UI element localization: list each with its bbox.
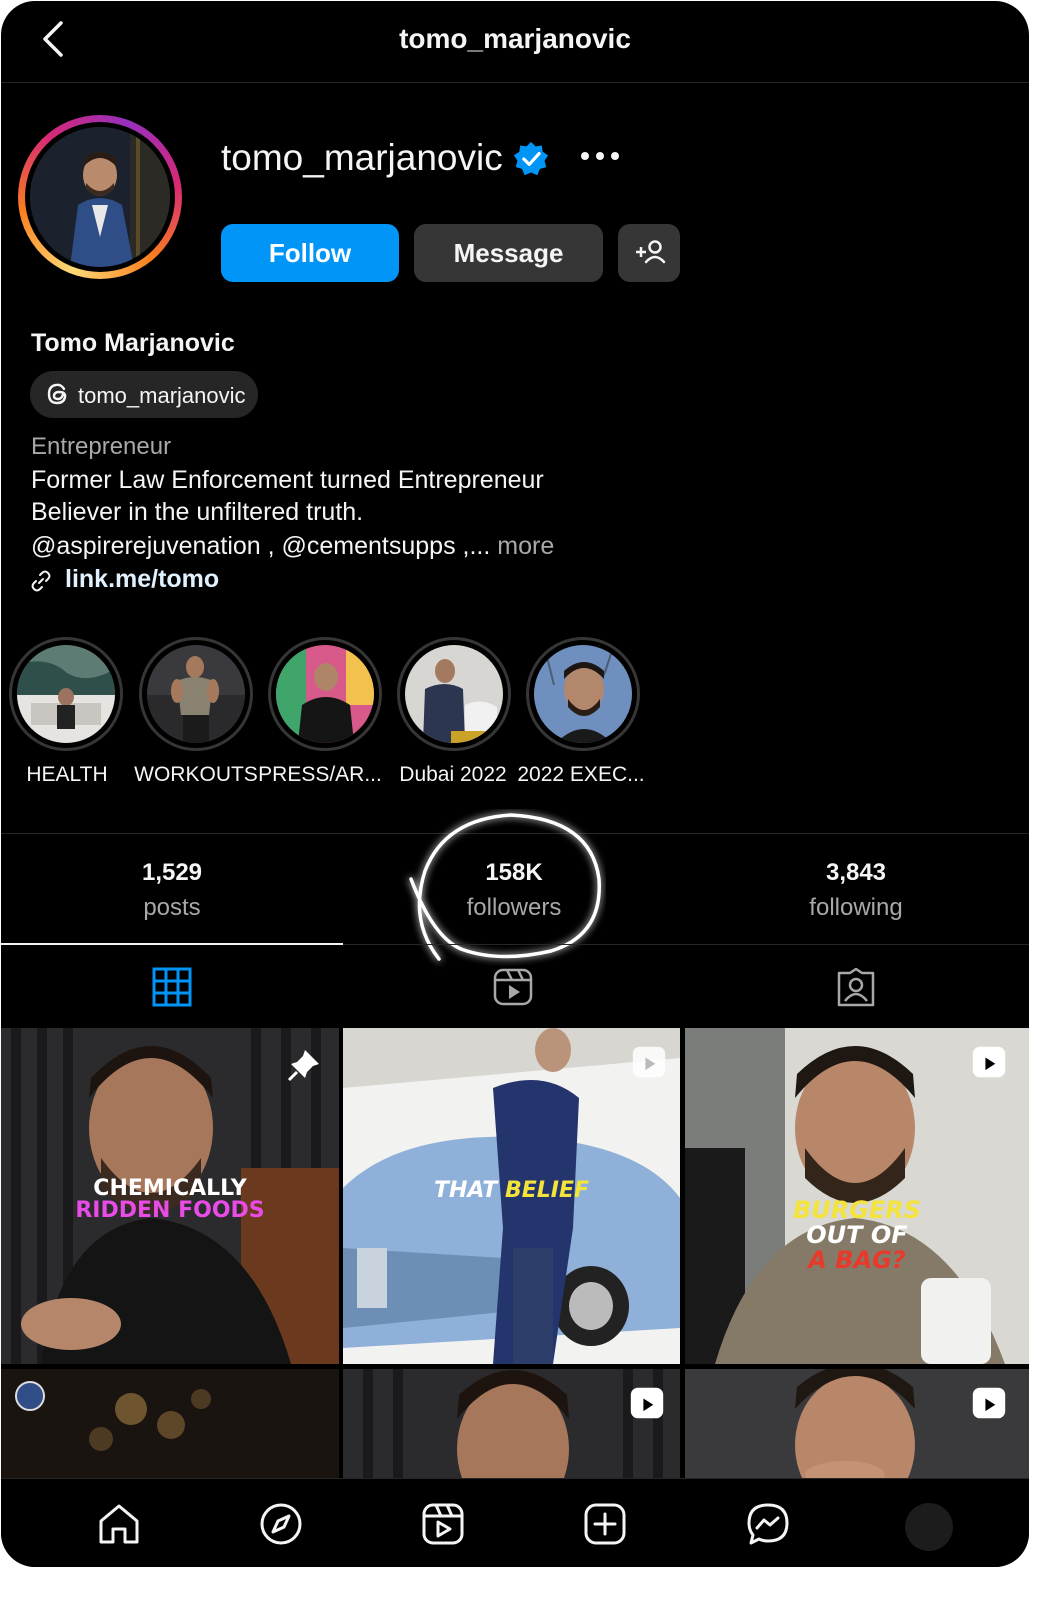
suggested-users-button[interactable]: [618, 224, 680, 282]
highlight-2022-exec[interactable]: [526, 637, 640, 751]
following-label: following: [809, 894, 903, 921]
post-thumbnail-3[interactable]: BURGERS OUT OF A BAG?: [685, 1028, 1029, 1364]
post-image: [1, 1369, 339, 1479]
reels-icon: [972, 1387, 1006, 1419]
highlight-circle-annotation: [409, 813, 602, 961]
threads-handle: tomo_marjanovic: [78, 383, 246, 408]
bio-line: Former Law Enforcement turned Entreprene…: [31, 466, 544, 494]
profile-category: Entrepreneur: [31, 433, 172, 460]
post-caption-line: THAT BELIEF: [343, 1178, 680, 1203]
bottom-nav: [1, 1478, 1029, 1567]
posts-label: posts: [143, 894, 201, 921]
pin-icon: [287, 1050, 319, 1082]
reels-icon: [972, 1046, 1006, 1078]
post-thumbnail-1[interactable]: CHEMICALLY RIDDEN FOODS: [1, 1028, 339, 1364]
highlight-cover: [147, 645, 245, 743]
threads-badge[interactable]: tomo_marjanovic: [30, 371, 258, 418]
reels-icon[interactable]: [493, 967, 533, 1007]
post-caption-line: BURGERS: [792, 1196, 922, 1224]
post-thumbnail-6[interactable]: [685, 1369, 1029, 1479]
reels-icon: [630, 1387, 664, 1419]
add-user-icon: [636, 240, 666, 264]
following-count: 3,843: [825, 859, 887, 886]
home-icon[interactable]: [96, 1501, 142, 1547]
full-name: Tomo Marjanovic: [31, 329, 235, 357]
post-thumbnail-4[interactable]: [1, 1369, 339, 1479]
profile-link[interactable]: link.me/tomo: [65, 565, 219, 594]
post-caption-word: THAT: [433, 1178, 498, 1203]
profile-avatar-nav[interactable]: [905, 1503, 953, 1551]
stat-following[interactable]: 3,843 following: [685, 849, 1027, 939]
follow-button[interactable]: Follow: [221, 224, 399, 282]
highlight-label: 2022 EXEC...: [517, 763, 645, 786]
post-thumbnail-5[interactable]: [343, 1369, 680, 1479]
highlight-health[interactable]: [9, 637, 123, 751]
highlight-cover: [17, 645, 115, 743]
post-caption-line: OUT OF: [806, 1221, 908, 1249]
post-caption-line: RIDDEN FOODS: [75, 1198, 265, 1223]
highlight-dubai-2022[interactable]: [397, 637, 511, 751]
messenger-icon[interactable]: [745, 1501, 791, 1547]
bio-more-link[interactable]: more: [497, 532, 554, 560]
profile-username: tomo_marjanovic: [221, 137, 503, 178]
page-title: tomo_marjanovic: [399, 23, 631, 54]
threads-icon: [47, 383, 67, 405]
bio-mentions[interactable]: @aspirerejuvenation , @cementsupps ,...: [31, 532, 490, 560]
post-caption-line: A BAG?: [808, 1246, 906, 1274]
collab-avatar: [15, 1381, 45, 1411]
instagram-profile-screen: tomo_marjanovic tomo_marjanovic Follow M…: [1, 1, 1029, 1567]
stat-posts[interactable]: 1,529 posts: [1, 849, 343, 939]
link-icon: [31, 570, 51, 592]
post-caption-word: BELIEF: [504, 1178, 590, 1203]
more-options-icon[interactable]: [579, 147, 621, 165]
posts-count: 1,529: [141, 859, 203, 886]
highlight-label: PRESS/AR...: [258, 763, 382, 786]
avatar[interactable]: [30, 127, 170, 267]
reels-icon[interactable]: [420, 1501, 466, 1547]
create-post-icon[interactable]: [582, 1501, 628, 1547]
top-bar: tomo_marjanovic: [1, 1, 1029, 83]
explore-icon[interactable]: [258, 1501, 304, 1547]
avatar-photo: [30, 127, 170, 267]
highlight-cover: [405, 645, 503, 743]
highlight-press[interactable]: [268, 637, 382, 751]
active-tab-indicator: [1, 943, 343, 945]
highlight-cover: [276, 645, 374, 743]
tagged-icon[interactable]: [836, 967, 876, 1007]
bio-line: Believer in the unfiltered truth.: [31, 498, 364, 526]
highlight-workouts[interactable]: [139, 637, 253, 751]
verified-badge-icon: [513, 141, 549, 176]
bio-line-mentions[interactable]: @aspirerejuvenation , @cementsupps ,... …: [31, 532, 554, 561]
message-button[interactable]: Message: [414, 224, 603, 282]
reels-icon: [632, 1046, 666, 1078]
highlight-cover: [534, 645, 632, 743]
highlight-label: WORKOUTS: [134, 763, 258, 786]
grid-icon[interactable]: [152, 967, 192, 1007]
highlight-label: Dubai 2022: [399, 763, 507, 786]
highlight-label: HEALTH: [26, 763, 108, 786]
post-thumbnail-2[interactable]: THAT BELIEF: [343, 1028, 680, 1364]
